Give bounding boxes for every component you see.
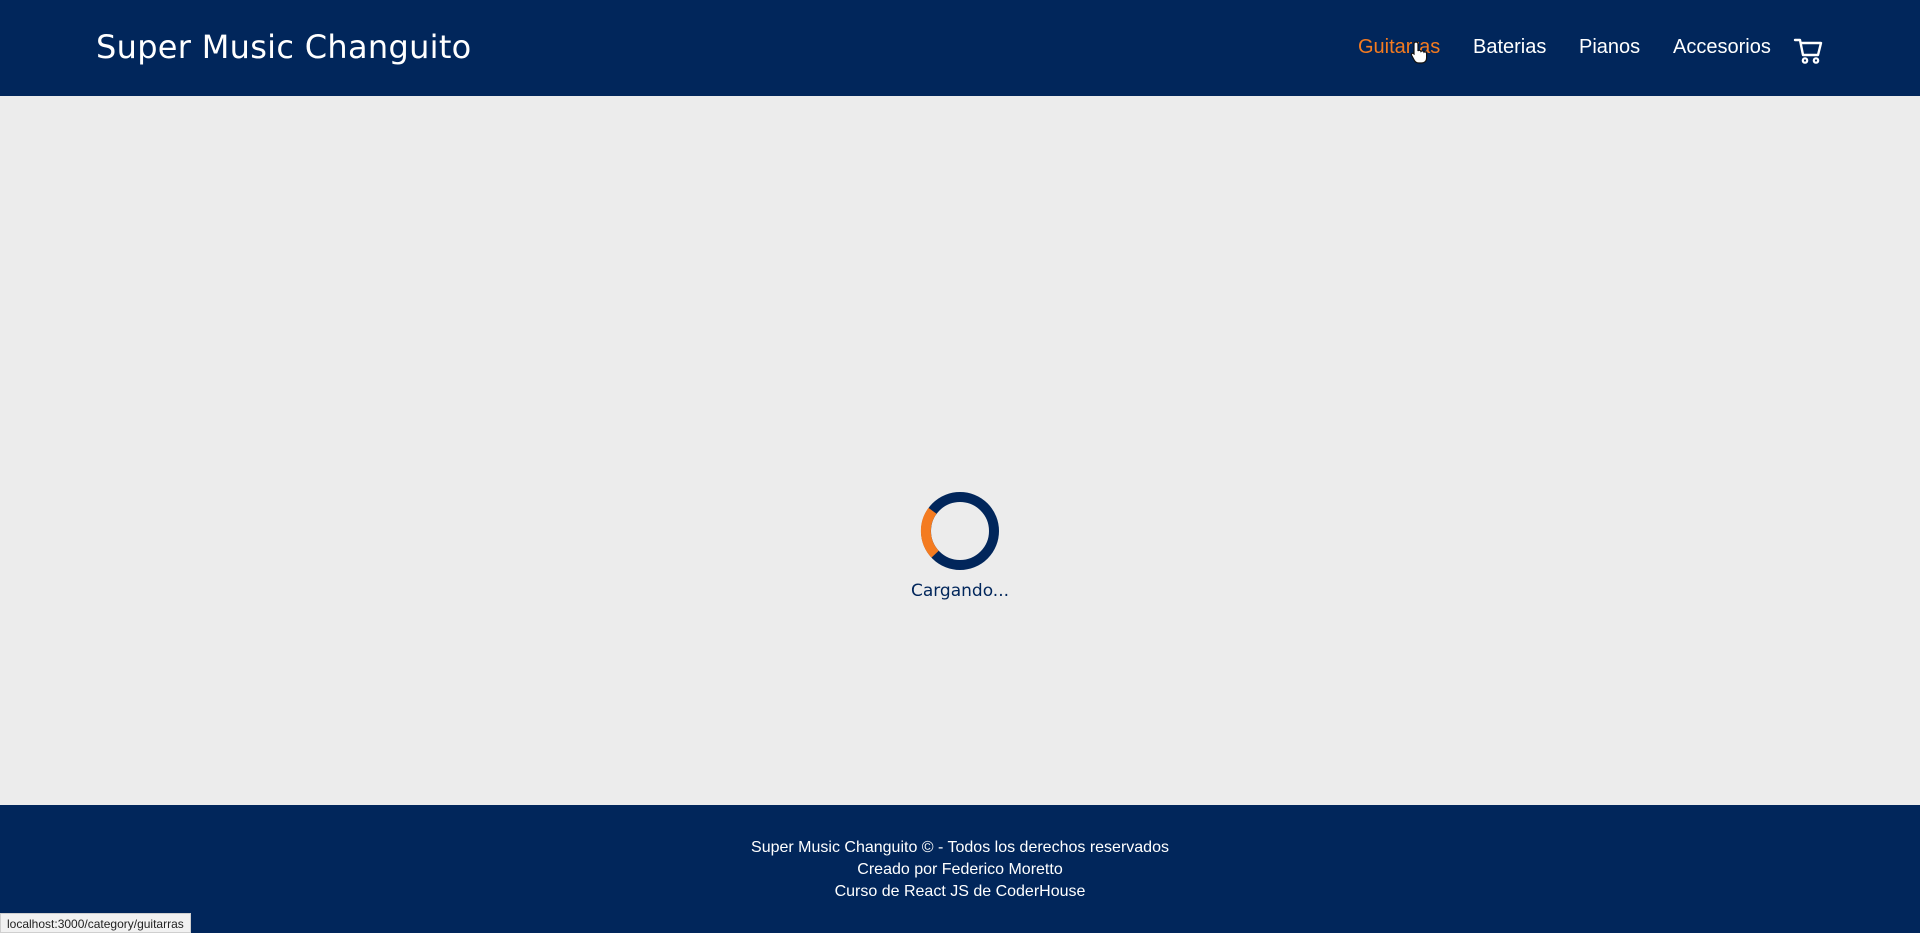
site-header: Super Music Changuito Guitarras Baterias… xyxy=(0,0,1920,96)
footer-copyright: Super Music Changuito © - Todos los dere… xyxy=(751,839,1169,856)
nav-link-accesorios[interactable]: Accesorios xyxy=(1673,36,1771,59)
main-navigation: Guitarras Baterias Pianos Accesorios xyxy=(0,36,1920,64)
nav-link-pianos[interactable]: Pianos xyxy=(1579,36,1640,59)
footer-author: Creado por Federico Moretto xyxy=(857,861,1063,878)
browser-status-url: localhost:3000/category/guitarras xyxy=(0,913,191,933)
main-content: Cargando... xyxy=(0,96,1920,805)
footer-course: Curso de React JS de CoderHouse xyxy=(834,883,1086,900)
loading-spinner-icon xyxy=(920,492,999,570)
hand-cursor-icon xyxy=(1410,41,1428,64)
site-footer: Super Music Changuito © - Todos los dere… xyxy=(0,805,1920,933)
nav-link-baterias[interactable]: Baterias xyxy=(1473,36,1546,59)
loading-message: Cargando... xyxy=(910,581,1010,601)
cart-icon[interactable] xyxy=(1793,35,1823,65)
